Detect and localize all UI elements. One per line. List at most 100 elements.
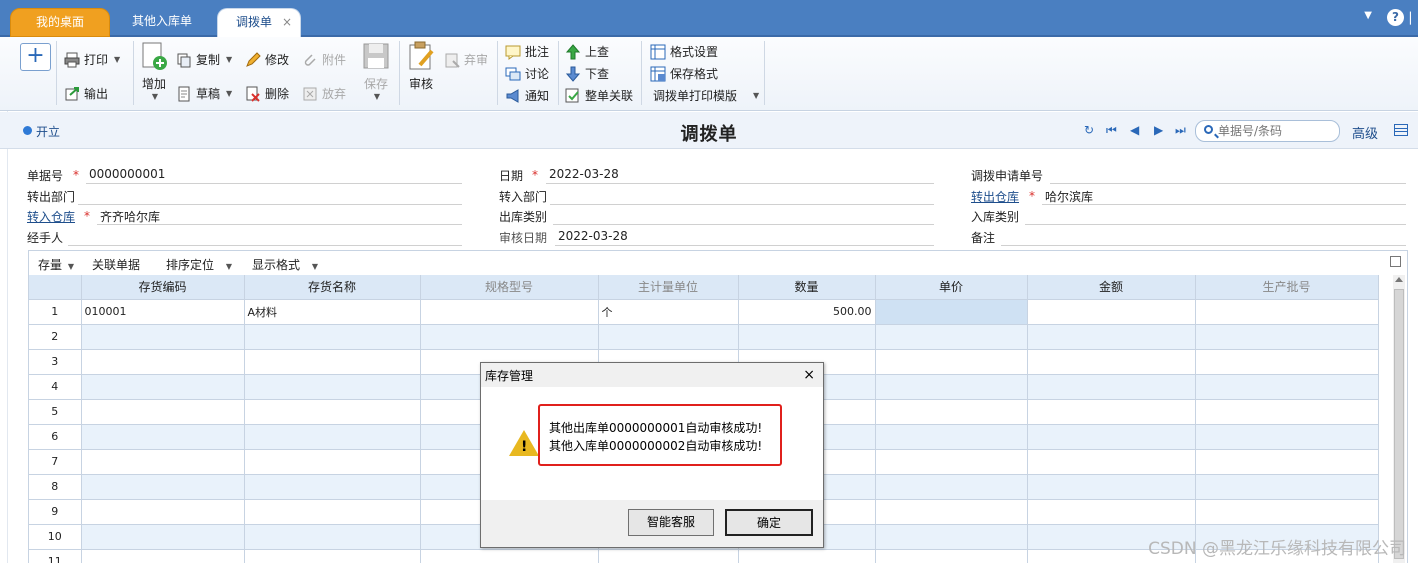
vertical-scrollbar[interactable] — [1393, 275, 1405, 563]
table-cell[interactable] — [875, 474, 1028, 500]
help-icon[interactable]: ? — [1387, 9, 1404, 26]
tab-transfer[interactable]: 调拨单 × — [217, 8, 301, 37]
table-cell[interactable] — [81, 499, 245, 525]
search-input[interactable] — [1218, 123, 1336, 139]
search-box[interactable] — [1195, 120, 1340, 142]
print-button[interactable]: 打印 ▼ — [64, 51, 120, 68]
save-button[interactable]: 保存 ▼ — [360, 41, 392, 101]
table-cell[interactable] — [875, 549, 1028, 563]
column-header[interactable]: 单价 — [875, 275, 1028, 300]
display-format-button[interactable]: 显示格式 ▼ — [252, 256, 318, 273]
add-button[interactable]: 增加 ▼ — [138, 41, 170, 101]
table-cell[interactable] — [81, 549, 245, 563]
table-cell[interactable] — [244, 424, 421, 450]
column-header[interactable]: 金额 — [1027, 275, 1196, 300]
table-row[interactable]: 2 — [29, 324, 1379, 350]
table-cell[interactable]: 个 — [598, 299, 739, 325]
next-query-button[interactable]: 下查 — [565, 65, 609, 82]
table-cell[interactable] — [244, 449, 421, 475]
table-cell[interactable] — [1195, 324, 1379, 350]
doc-no-value[interactable]: 0000000001 — [89, 167, 165, 181]
table-cell[interactable] — [1027, 349, 1196, 375]
ok-button[interactable]: 确定 — [725, 509, 813, 536]
delete-button[interactable]: 删除 — [245, 85, 289, 102]
table-cell[interactable] — [598, 324, 739, 350]
column-header[interactable]: 存货编码 — [81, 275, 245, 300]
audit-button[interactable]: 审核 — [405, 41, 437, 92]
related-docs-button[interactable]: 关联单据 — [92, 256, 140, 273]
table-cell[interactable] — [81, 399, 245, 425]
table-cell[interactable] — [1027, 324, 1196, 350]
last-record-icon[interactable]: ⏭ — [1175, 123, 1186, 138]
table-cell[interactable] — [1195, 424, 1379, 450]
table-cell[interactable] — [420, 549, 599, 563]
table-cell[interactable]: A材料 — [244, 299, 421, 325]
table-cell[interactable] — [875, 499, 1028, 525]
scroll-right-icon[interactable]: ▏ — [1410, 12, 1418, 26]
out-type-field[interactable] — [553, 224, 934, 225]
table-cell[interactable] — [244, 399, 421, 425]
next-record-icon[interactable]: ▶ — [1154, 123, 1163, 137]
column-header[interactable]: 主计量单位 — [598, 275, 739, 300]
table-cell[interactable] — [81, 324, 245, 350]
draft-button[interactable]: 草稿 ▼ — [176, 85, 232, 102]
table-cell[interactable] — [81, 349, 245, 375]
table-cell[interactable] — [875, 449, 1028, 475]
refresh-icon[interactable]: ↻ — [1084, 123, 1094, 137]
request-no-field[interactable] — [1050, 183, 1406, 184]
close-icon[interactable]: × — [282, 9, 292, 36]
format-settings-button[interactable]: 格式设置 — [650, 43, 718, 60]
table-cell[interactable] — [244, 549, 421, 563]
table-cell[interactable] — [420, 324, 599, 350]
table-cell[interactable] — [1027, 499, 1196, 525]
first-record-icon[interactable]: ⏮ — [1106, 123, 1117, 138]
prev-query-button[interactable]: 上查 — [565, 43, 609, 60]
in-warehouse-label[interactable]: 转入仓库 — [27, 208, 75, 225]
table-cell[interactable] — [244, 349, 421, 375]
in-type-field[interactable] — [1025, 224, 1406, 225]
table-cell[interactable] — [875, 299, 1028, 325]
print-template-select[interactable]: 调拨单打印模版 ▼ — [653, 87, 759, 104]
in-warehouse-value[interactable]: 齐齐哈尔库 — [100, 208, 160, 225]
table-cell[interactable] — [1195, 499, 1379, 525]
tab-other-in[interactable]: 其他入库单 — [112, 8, 212, 37]
smart-service-button[interactable]: 智能客服 — [628, 509, 714, 536]
table-cell[interactable] — [1195, 449, 1379, 475]
table-cell[interactable] — [244, 524, 421, 550]
table-cell[interactable] — [1027, 399, 1196, 425]
table-cell[interactable] — [1027, 424, 1196, 450]
table-cell[interactable] — [875, 524, 1028, 550]
table-cell[interactable] — [420, 299, 599, 325]
copy-button[interactable]: 复制 ▼ — [176, 51, 232, 68]
column-header[interactable]: 生产批号 — [1195, 275, 1379, 300]
table-cell[interactable] — [1027, 449, 1196, 475]
table-cell[interactable] — [875, 324, 1028, 350]
table-cell[interactable] — [875, 349, 1028, 375]
sort-button[interactable]: 排序定位 ▼ — [166, 256, 232, 273]
link-all-button[interactable]: 整单关联 — [565, 87, 633, 104]
out-warehouse-value[interactable]: 哈尔滨库 — [1045, 188, 1093, 205]
advanced-search-link[interactable]: 高级 — [1352, 123, 1378, 142]
table-cell[interactable] — [738, 324, 876, 350]
column-header[interactable]: 存货名称 — [244, 275, 421, 300]
list-view-icon[interactable] — [1394, 124, 1408, 136]
table-cell[interactable]: 500.00 — [738, 299, 876, 325]
save-format-button[interactable]: 保存格式 — [650, 65, 718, 82]
table-cell[interactable] — [1027, 374, 1196, 400]
table-cell[interactable] — [738, 549, 876, 563]
out-dept-field[interactable] — [78, 204, 462, 205]
table-cell[interactable] — [875, 399, 1028, 425]
handler-field[interactable] — [68, 245, 462, 246]
table-cell[interactable] — [244, 474, 421, 500]
abandon-button[interactable]: 放弃 — [302, 85, 346, 102]
table-cell[interactable] — [875, 424, 1028, 450]
table-cell[interactable] — [244, 374, 421, 400]
table-cell[interactable] — [244, 324, 421, 350]
remark-field[interactable] — [1001, 245, 1406, 246]
table-cell[interactable] — [81, 474, 245, 500]
table-cell[interactable] — [1195, 349, 1379, 375]
table-cell[interactable] — [875, 374, 1028, 400]
chevron-down-icon[interactable]: ▼ — [114, 55, 120, 64]
table-cell[interactable] — [1195, 474, 1379, 500]
prev-record-icon[interactable]: ◀ — [1130, 123, 1139, 137]
